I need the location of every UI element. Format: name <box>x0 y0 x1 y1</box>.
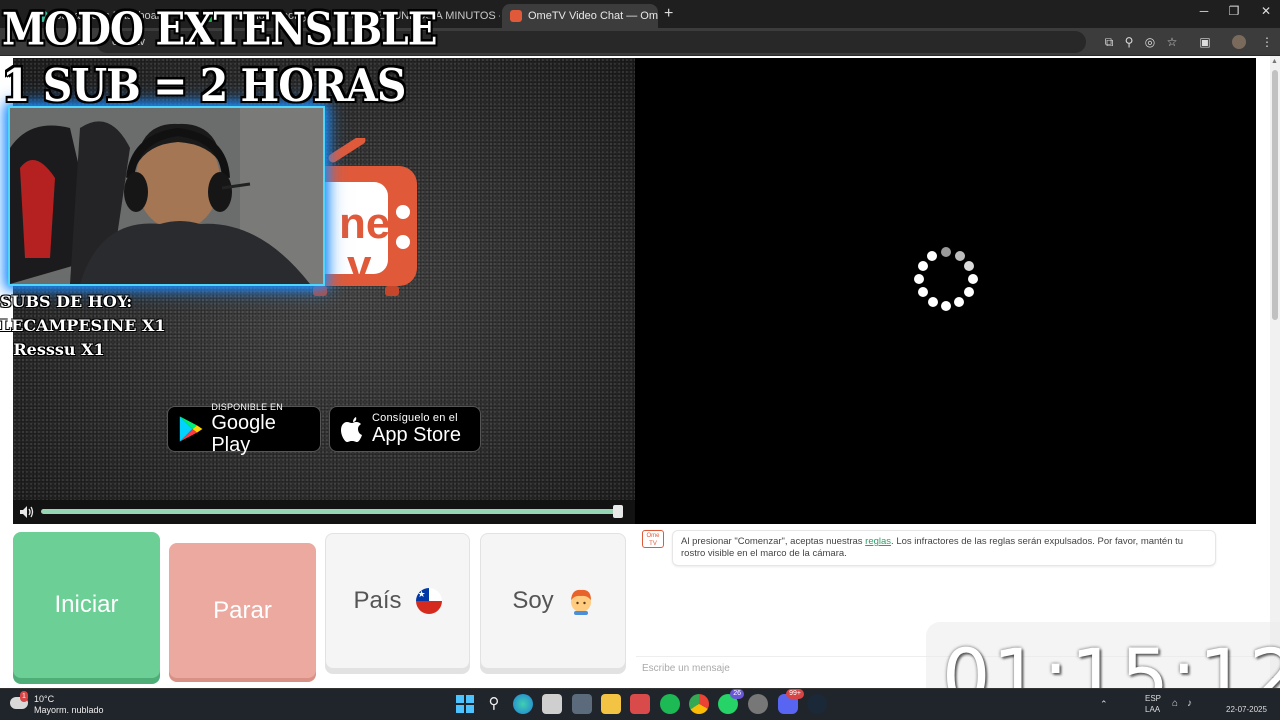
chat-system-message: Al presionar "Comenzar", aceptas nuestra… <box>672 530 1216 566</box>
file-explorer-icon[interactable] <box>601 694 621 714</box>
bookmark-star-icon[interactable]: ☆ <box>1163 33 1181 51</box>
app-icon[interactable] <box>572 694 592 714</box>
scroll-up-icon[interactable]: ▲ <box>1271 58 1278 65</box>
profile-avatar[interactable] <box>1232 35 1246 49</box>
eye-off-icon[interactable]: ◎ <box>1141 33 1159 51</box>
weather-condition: Mayorm. nublado <box>34 705 104 715</box>
app-store-small: Consíguelo en el <box>372 412 458 424</box>
chile-flag-icon: ★ <box>415 588 442 614</box>
logo-text: v <box>347 241 372 290</box>
tab-ometv[interactable]: OmeTV Video Chat — Omegle ✕ <box>502 4 658 28</box>
language-code[interactable]: ESP <box>1145 694 1161 703</box>
chrome-icon[interactable] <box>689 694 709 714</box>
extensions-icon[interactable]: ▣ <box>1196 33 1214 51</box>
scrollbar-thumb[interactable] <box>1272 70 1278 320</box>
zoom-icon[interactable]: ⚲ <box>1120 33 1138 51</box>
overlay-sub-rate: 1 SUB = 2 HORAS <box>2 59 406 112</box>
network-icon[interactable]: ⌂ <box>1172 698 1178 709</box>
app-store-label: App Store <box>372 424 461 446</box>
taskbar-date[interactable]: 22-07-2025 <box>1226 705 1267 714</box>
ometv-icon <box>510 10 522 22</box>
boy-avatar-icon <box>570 589 591 615</box>
close-window-icon[interactable]: ✕ <box>1248 4 1280 18</box>
stop-button[interactable]: Parar <box>169 543 316 678</box>
weather-alert-badge: 1 <box>20 691 28 702</box>
gender-label: Soy <box>512 587 554 614</box>
edge-icon[interactable] <box>513 694 533 714</box>
screen: Streamlabs Dashboard Sin título - Spotif… <box>0 0 1280 720</box>
keyboard-layout[interactable]: LAA <box>1145 705 1160 714</box>
app-store-button[interactable]: Consíguelo en el App Store <box>329 406 481 452</box>
ometv-small-logo: Ome TV <box>642 530 664 548</box>
menu-icon[interactable]: ⋮ <box>1258 33 1276 51</box>
page-scrollbar[interactable]: ▲ ▼ <box>1270 56 1280 688</box>
loading-spinner-icon <box>914 247 978 311</box>
store-icon[interactable] <box>542 694 562 714</box>
country-button[interactable]: País ★ <box>325 533 470 669</box>
chat-message-text: Al presionar "Comenzar", aceptas nuestra… <box>681 536 866 547</box>
maximize-icon[interactable]: ❐ <box>1216 4 1252 18</box>
apple-icon <box>341 417 362 442</box>
discord-badge: 99+ <box>786 689 804 699</box>
overlay-sub-entry: LECAMPESINE X1 <box>0 316 166 335</box>
windows-taskbar: 1 10°C Mayorm. nublado ⚲ 26 99+ ⌃ ESP LA… <box>0 688 1280 720</box>
windows-start-icon[interactable] <box>455 694 475 714</box>
gender-button[interactable]: Soy <box>480 533 626 669</box>
weather-temp: 10°C <box>34 694 55 704</box>
start-button[interactable]: Iniciar <box>13 532 160 678</box>
tray-chevron-icon[interactable]: ⌃ <box>1100 699 1108 710</box>
volume-bar <box>13 500 635 524</box>
overlay-subs-title: SUBS DE HOY: <box>0 292 133 311</box>
streamer-webcam <box>10 108 323 284</box>
streamer-webcam-image <box>10 108 323 284</box>
steam-icon[interactable] <box>807 694 827 714</box>
country-label: País <box>353 587 402 614</box>
google-play-small: DISPONIBLE EN <box>211 402 283 412</box>
rules-link[interactable]: reglas <box>865 536 891 547</box>
overlay-sub-entry: Resssu X1 <box>13 340 105 359</box>
cast-icon[interactable]: ⧉ <box>1100 33 1118 51</box>
tab-label: OmeTV Video Chat — Omegle <box>528 10 658 22</box>
discord-icon[interactable]: 99+ <box>778 689 804 714</box>
whatsapp-badge: 26 <box>730 689 744 699</box>
volume-slider[interactable] <box>41 509 619 514</box>
google-play-button[interactable]: DISPONIBLE EN Google Play <box>167 402 321 456</box>
remote-video <box>635 58 1256 524</box>
overlay-mode-title: MODO EXTENSIBLE <box>2 3 437 56</box>
speaker-icon[interactable]: ♪ <box>1187 698 1192 709</box>
new-tab-button[interactable]: + <box>664 5 673 23</box>
spotify-icon[interactable] <box>660 694 680 714</box>
google-play-icon <box>179 416 203 442</box>
whatsapp-icon[interactable]: 26 <box>718 689 744 714</box>
google-play-label: Google Play <box>211 412 276 456</box>
app-icon[interactable] <box>748 694 768 714</box>
search-icon[interactable]: ⚲ <box>484 694 504 714</box>
volume-icon[interactable] <box>19 505 35 519</box>
volume-slider-handle[interactable] <box>613 505 623 518</box>
snipping-tool-icon[interactable] <box>630 694 650 714</box>
